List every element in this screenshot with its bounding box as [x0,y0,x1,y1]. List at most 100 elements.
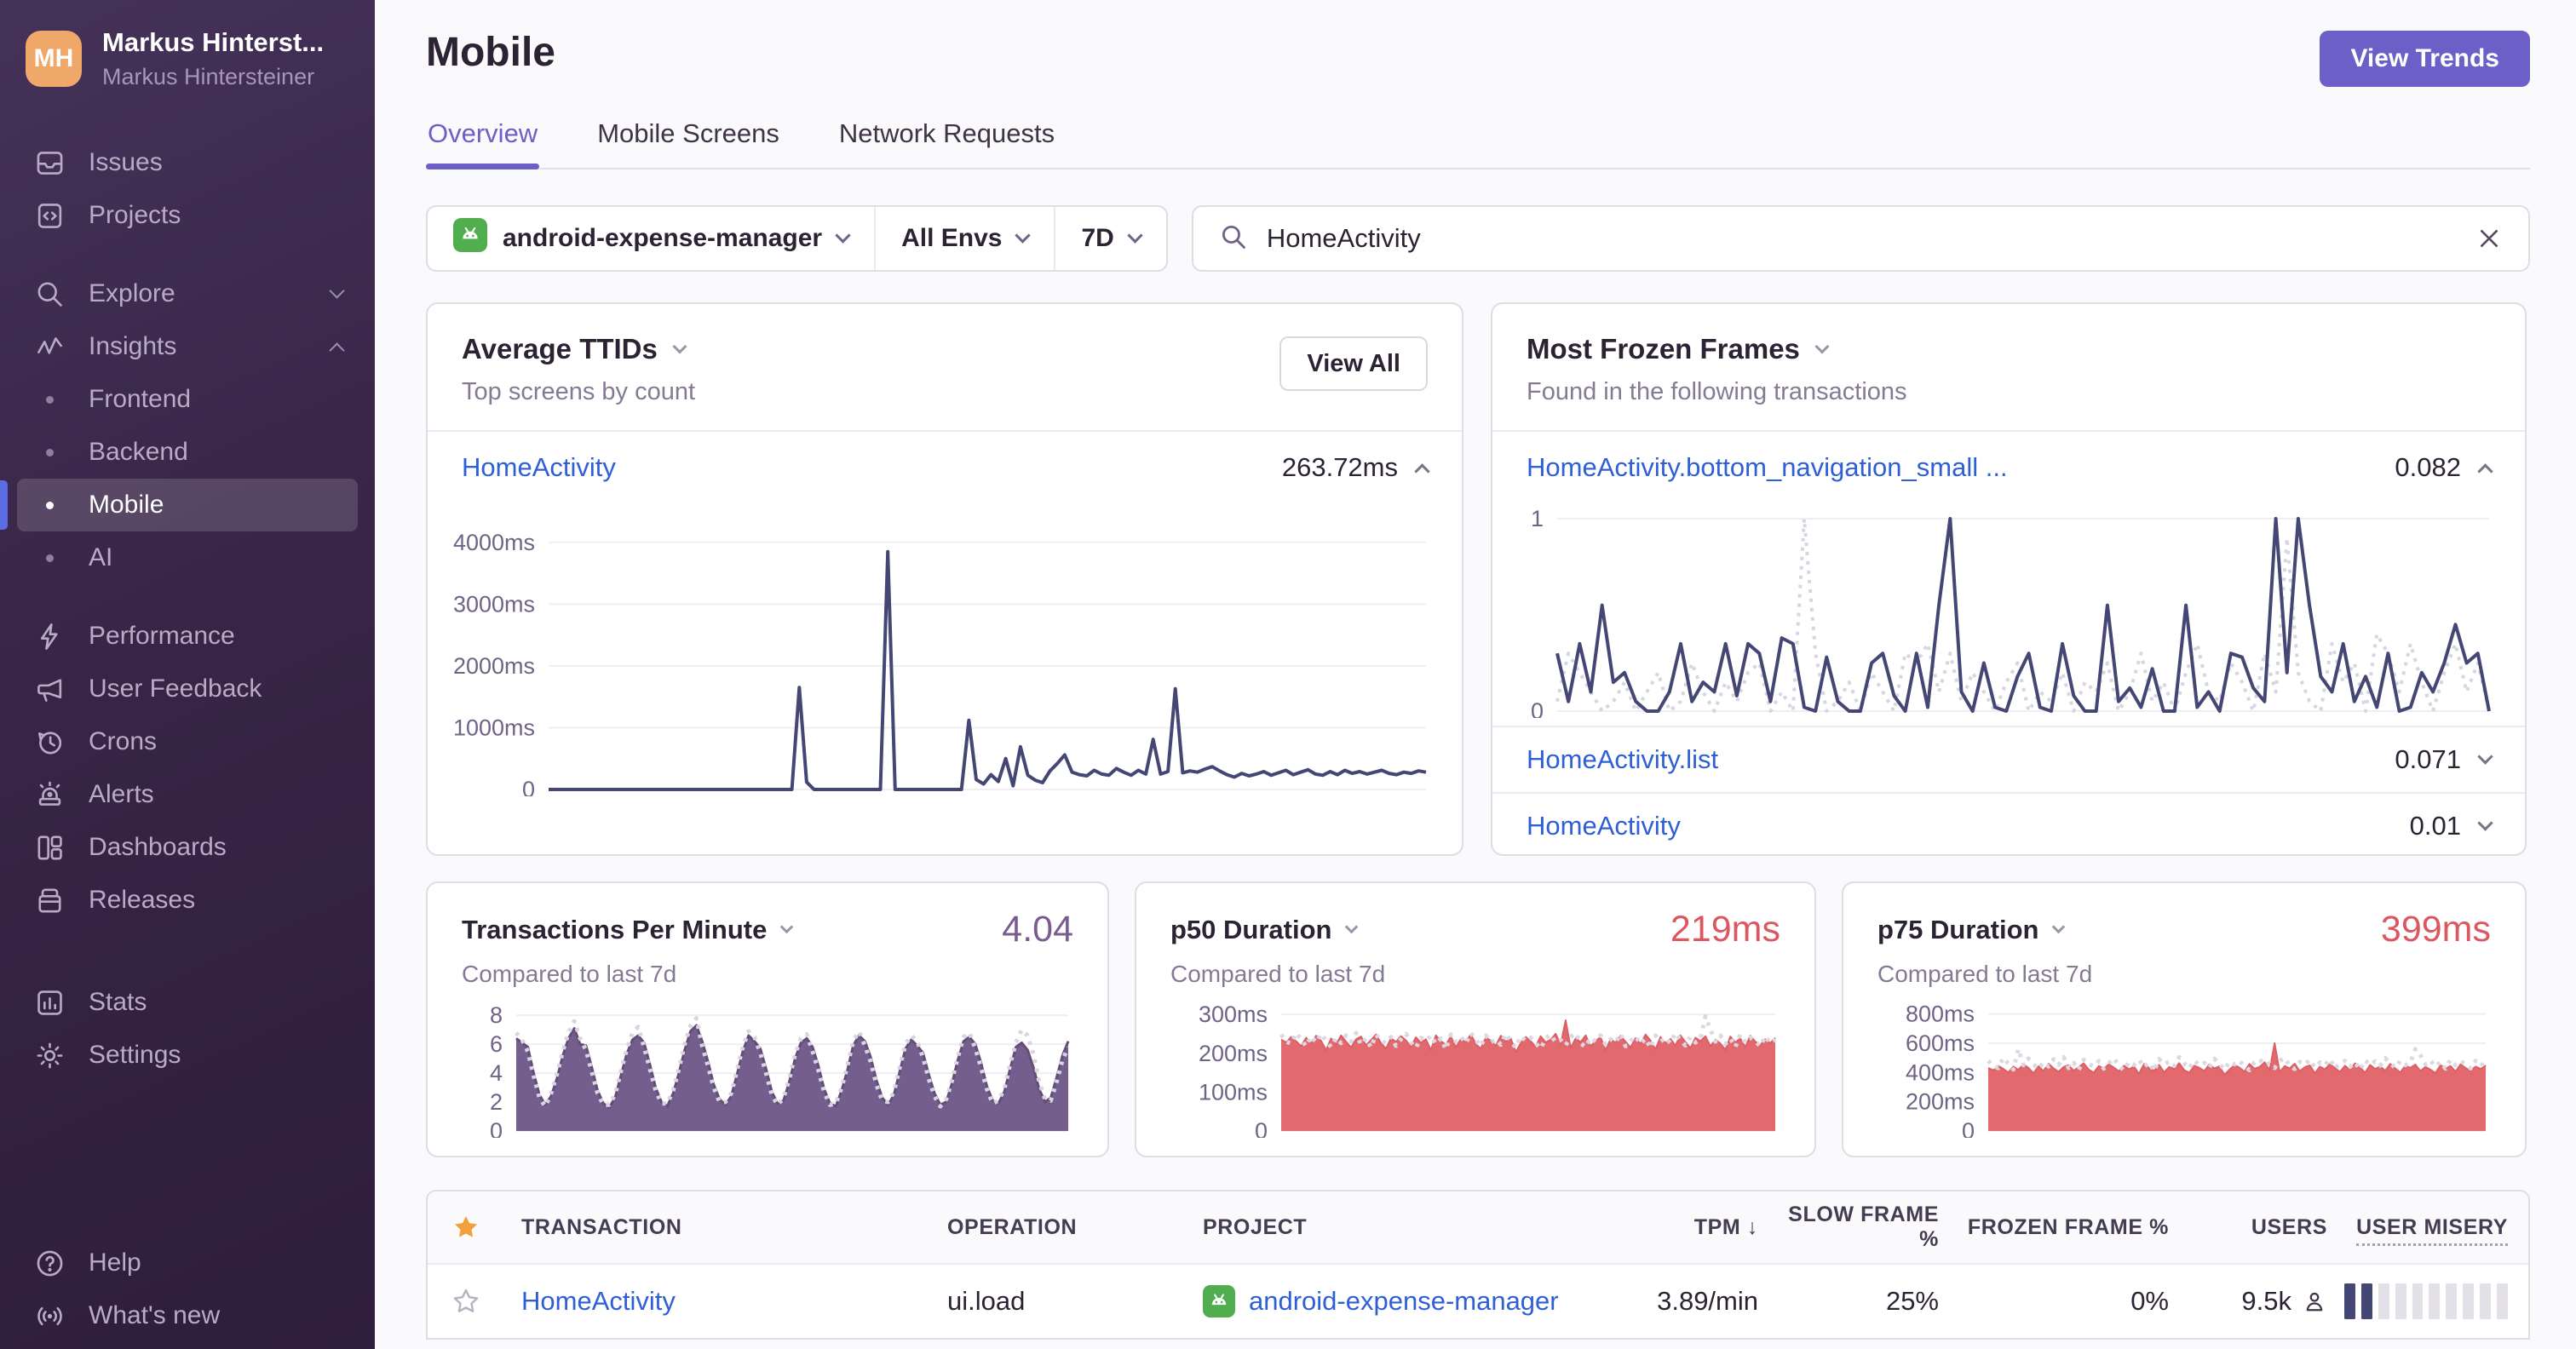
sidebar-item-label: Stats [89,988,147,1016]
chevron-down-icon[interactable] [1814,339,1830,353]
sidebar-item-dashboards[interactable]: Dashboards [17,821,358,874]
filter-bar: android-expense-manager All Envs 7D [426,205,2530,272]
ttid-row-homeactivity[interactable]: HomeActivity 263.72ms [428,432,1462,503]
p50-area-chart[interactable]: 300ms 200ms 100ms 0 [1170,998,1780,1144]
tpm-area-chart[interactable]: 8 6 4 2 0 [462,998,1073,1144]
dashboards-icon [32,830,66,864]
bullet-dot [32,541,66,575]
frozen-frame-cell: 0% [2130,1286,2169,1316]
frozen-row-bottom-navigation[interactable]: HomeActivity.bottom_navigation_small ...… [1492,432,2525,503]
chevron-up-icon[interactable] [2477,463,2493,479]
bullet-dot [32,382,66,416]
sidebar-item-user-feedback[interactable]: User Feedback [17,663,358,715]
tab-overview[interactable]: Overview [426,118,540,169]
sidebar-item-label: Settings [89,1041,181,1069]
broadcast-icon [32,1299,66,1333]
tpm-cell: 3.89/min [1657,1286,1758,1316]
col-users[interactable]: USERS [2182,1215,2344,1240]
sidebar-item-performance[interactable]: Performance [17,610,358,663]
sidebar-item-projects[interactable]: Projects [17,189,358,242]
project-selector[interactable]: android-expense-manager [428,207,874,270]
sidebar-item-alerts[interactable]: Alerts [17,768,358,821]
search-bar [1191,205,2530,272]
frozen-frames-line-chart[interactable]: 10 [1509,506,2494,724]
tab-network-requests[interactable]: Network Requests [837,118,1056,168]
sidebar-item-label: Dashboards [89,833,227,861]
sidebar-item-crons[interactable]: Crons [17,715,358,768]
transaction-link[interactable]: HomeActivity.bottom_navigation_small ... [1527,452,2008,483]
transaction-link[interactable]: HomeActivity [1527,811,1681,841]
sidebar-item-stats[interactable]: Stats [17,976,358,1029]
frozen-row-homeactivity[interactable]: HomeActivity 0.01 [1492,794,2525,858]
sidebar-item-settings[interactable]: Settings [17,1029,358,1082]
misery-bar-empty [2429,1283,2441,1319]
col-slow-frame[interactable]: SLOW FRAME % [1765,1203,1952,1252]
transaction-link[interactable]: HomeActivity [521,1286,676,1316]
chevron-down-icon[interactable] [2052,920,2066,933]
sidebar-item-releases[interactable]: Releases [17,874,358,927]
environment-selector[interactable]: All Envs [874,207,1054,270]
sidebar-item-label: Performance [89,622,235,650]
date-range-selector[interactable]: 7D [1054,207,1165,270]
project-cell[interactable]: android-expense-manager [1177,1285,1654,1317]
svg-text:400ms: 400ms [1906,1059,1975,1085]
chevron-up-icon[interactable] [1414,463,1430,479]
chevron-down-icon[interactable] [672,339,687,353]
card-subtitle: Compared to last 7d [462,961,677,987]
table-row[interactable]: HomeActivity ui.load android-expense-man… [428,1263,2528,1338]
project-link[interactable]: android-expense-manager [1249,1286,1559,1317]
frozen-row-list[interactable]: HomeActivity.list 0.071 [1492,727,2525,792]
chevron-down-icon[interactable] [2477,815,2493,831]
ttid-line-chart[interactable]: 4000ms 3000ms 2000ms 1000ms 0 [445,515,1431,802]
sidebar-item-ai[interactable]: AI [17,531,358,584]
col-operation[interactable]: OPERATION [922,1215,1177,1240]
metric-value: 263.72ms [1281,452,1398,482]
tab-mobile-screens[interactable]: Mobile Screens [595,118,781,168]
col-project[interactable]: PROJECT [1177,1215,1654,1240]
sidebar-item-backend[interactable]: Backend [17,426,358,479]
p75-duration-card: p75 Duration 399ms Compared to last 7d 8… [1842,881,2527,1157]
sidebar-item-issues[interactable]: Issues [17,136,358,189]
sidebar-item-what-s-new[interactable]: What's new [17,1289,358,1342]
svg-text:6: 6 [490,1031,503,1057]
col-transaction[interactable]: TRANSACTION [496,1215,922,1240]
chevron-down-icon[interactable] [1345,920,1359,933]
avatar[interactable]: MH [26,31,82,87]
sidebar-item-insights[interactable]: Insights [17,320,358,373]
chevron-down-icon[interactable] [2477,749,2493,765]
view-trends-button[interactable]: View Trends [2320,31,2530,87]
chevron-down-icon[interactable] [780,920,794,933]
sidebar-item-mobile[interactable]: Mobile [17,479,358,531]
org-switcher[interactable]: MH Markus Hinterst... Markus Hinterstein… [0,0,375,97]
date-range-label: 7D [1081,224,1114,252]
sidebar-item-label: AI [89,543,113,571]
sidebar-item-help[interactable]: Help [17,1237,358,1289]
user-org: Markus Hintersteiner [102,64,315,89]
misery-bar-empty [2412,1283,2424,1319]
sidebar-item-frontend[interactable]: Frontend [17,373,358,426]
p75-area-chart[interactable]: 800ms 600ms 400ms 200ms 0 [1877,998,2491,1144]
star-filled-icon[interactable] [428,1213,496,1242]
project-selector-label: android-expense-manager [503,224,823,252]
chevron-down-icon [329,283,345,299]
user-icon [2306,1292,2323,1312]
col-user-misery[interactable]: USER MISERY [2344,1214,2528,1246]
clear-search-icon[interactable] [2475,225,2503,252]
sidebar-item-explore[interactable]: Explore [17,267,358,320]
table-header-row: TRANSACTION OPERATION PROJECT TPM ↓ SLOW… [428,1191,2528,1263]
transaction-link[interactable]: HomeActivity.list [1527,744,1718,775]
transaction-link[interactable]: HomeActivity [462,452,616,483]
sidebar-group: Explore Insights Frontend Backend Mobile AI [0,267,375,584]
svg-text:300ms: 300ms [1199,1002,1268,1027]
svg-text:0: 0 [1255,1118,1268,1138]
view-all-button[interactable]: View All [1279,336,1428,391]
sidebar-item-label: User Feedback [89,674,262,703]
col-tpm[interactable]: TPM ↓ [1654,1215,1765,1240]
card-subtitle: Compared to last 7d [1877,961,2093,987]
search-input[interactable] [1266,223,2457,254]
top-cards: Average TTIDs Top screens by count View … [426,302,2530,856]
star-outline-icon[interactable] [428,1287,496,1316]
col-frozen-frame[interactable]: FROZEN FRAME % [1952,1215,2182,1240]
misery-bar-empty [2446,1283,2458,1319]
card-title: p75 Duration [1877,914,2039,944]
